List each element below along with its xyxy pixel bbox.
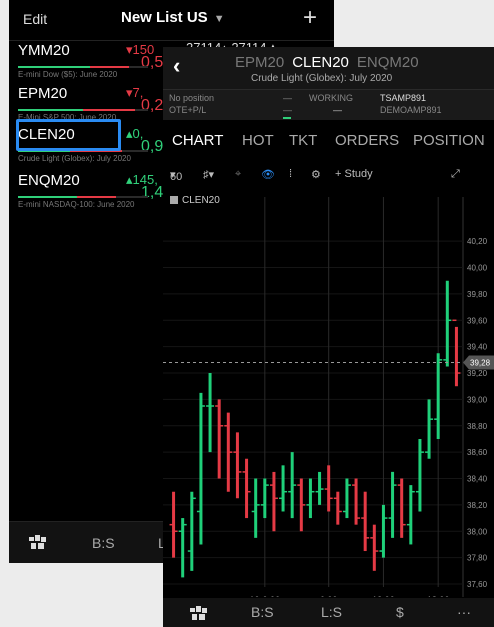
time-tick-label: 6:00	[320, 595, 338, 597]
position-label: No position	[169, 93, 215, 103]
chevron-down-icon: ▼	[213, 13, 225, 25]
interval-selector[interactable]: 60 ▾	[170, 168, 182, 183]
ote-label: OTE+P/L	[169, 105, 207, 115]
settings-icon[interactable]: ⚙	[311, 168, 321, 181]
watchlist-icon[interactable]	[190, 606, 208, 625]
price-tick-label: 38,20	[467, 501, 488, 510]
expand-icon[interactable]: ⤢	[451, 168, 460, 181]
row-description: E-mini Dow ($5): June 2020	[18, 70, 118, 79]
study-button[interactable]: + Study	[335, 168, 373, 180]
add-icon[interactable]: +	[303, 4, 317, 32]
chart-tab-bar: B:S L:S $ ···	[163, 598, 494, 627]
tab-buy-sell[interactable]: B:S	[92, 535, 115, 551]
price-tick-label: 38,60	[467, 448, 488, 457]
row-symbol: EPM20	[18, 85, 68, 102]
range-bar-up	[18, 196, 77, 198]
list-title: New List US	[121, 9, 208, 26]
chart-header: ‹ EPM20 CLEN20 ENQM20 Crude Light (Globex)…	[163, 47, 494, 89]
selection-highlight	[16, 119, 121, 151]
price-tick-label: 39,40	[467, 343, 488, 352]
range-bar-down	[76, 196, 116, 198]
tab-position[interactable]: POSITION	[413, 132, 485, 149]
working-label: WORKING	[309, 93, 353, 103]
chart-toolbar: 60 ▾ ♯▾ ⌖ 👁 ⁞ ⚙ + Study ⤢	[163, 165, 494, 187]
price-tick-label: 39,60	[467, 316, 488, 325]
account-primary[interactable]: TSAMP891	[380, 93, 426, 103]
time-tick-label: 12:00	[372, 595, 395, 597]
tab-l-s[interactable]: L:S	[321, 604, 342, 620]
watchlist-header: Edit New List US ▼ +	[9, 0, 334, 41]
ote-value: —	[283, 105, 292, 115]
row-change-percent: 0,2	[141, 97, 164, 114]
last-price-label: 39,28	[470, 358, 491, 367]
row-description: Crude Light (Globex): July 2020	[18, 154, 131, 163]
row-symbol: YMM20	[18, 42, 70, 59]
price-tick-label: 40,00	[467, 264, 488, 273]
row-range-bar	[18, 66, 148, 68]
back-arrow-icon[interactable]: ‹	[173, 53, 180, 79]
row-change-percent: 0,9	[141, 138, 164, 155]
contract-subtitle: Crude Light (Globex): July 2020	[251, 73, 393, 84]
row-range-bar	[18, 196, 148, 198]
range-bar-up	[18, 66, 90, 68]
row-description: E-mini NASDAQ-100: June 2020	[18, 200, 135, 209]
row-change-percent: 1,4	[141, 184, 164, 201]
product-tab-epm20[interactable]: EPM20	[235, 54, 284, 71]
drawing-icon[interactable]: ⁞	[289, 168, 292, 180]
product-tab-enqm20[interactable]: ENQM20	[357, 54, 419, 71]
price-tick-label: 39,20	[467, 369, 488, 378]
edit-button[interactable]: Edit	[23, 11, 47, 27]
tab-tkt[interactable]: TKT	[289, 132, 317, 149]
row-symbol: ENQM20	[18, 172, 80, 189]
product-tab-clen20[interactable]: CLEN20	[292, 54, 349, 71]
chart-nav-tabs: CHART HOT TKT ORDERS POSITION	[163, 123, 494, 159]
more-icon[interactable]: ···	[457, 604, 471, 620]
price-tick-label: 39,80	[467, 290, 488, 299]
eye-icon[interactable]: 👁	[261, 168, 275, 181]
tab-dollar[interactable]: $	[396, 604, 404, 620]
row-range-bar	[18, 109, 148, 111]
account-secondary[interactable]: DEMOAMP891	[380, 105, 442, 115]
list-title-dropdown[interactable]: New List US ▼	[121, 9, 225, 26]
row-change-percent: 0,5	[141, 54, 164, 71]
product-tabs: EPM20 CLEN20 ENQM20	[235, 54, 427, 71]
price-tick-label: 40,20	[467, 237, 488, 246]
pl-indicator	[283, 117, 291, 119]
range-bar-down	[83, 109, 135, 111]
time-tick-label: 10-0:00	[250, 595, 281, 597]
tab-chart[interactable]: CHART	[172, 132, 223, 149]
chart-screen: ‹ EPM20 CLEN20 ENQM20 Crude Light (Globex)…	[163, 47, 494, 627]
position-info-bar: No position — WORKING — TSAMP891 OTE+P/L…	[163, 89, 494, 120]
price-tick-label: 38,80	[467, 422, 488, 431]
interval-value: 60	[170, 171, 183, 183]
price-tick-label: 38,00	[467, 527, 488, 536]
price-tick-label: 37,80	[467, 554, 488, 563]
position-value: —	[283, 93, 292, 103]
working-value: —	[333, 105, 342, 115]
price-tick-label: 37,60	[467, 580, 488, 589]
price-chart[interactable]: 40,20 40,00 39,80 39,60 39,40 39,20 39,00 38,80…	[163, 197, 494, 597]
range-bar-down	[89, 66, 129, 68]
tab-hot[interactable]: HOT	[242, 132, 274, 149]
tab-buy-sell[interactable]: B:S	[251, 604, 274, 620]
range-bar-up	[18, 109, 83, 111]
price-tick-label: 38,40	[467, 475, 488, 484]
price-tick-label: 39,00	[467, 395, 488, 404]
time-tick-label: 18:00	[427, 595, 450, 597]
watchlist-icon[interactable]	[29, 535, 47, 554]
tab-orders[interactable]: ORDERS	[335, 132, 399, 149]
chart-type-icon[interactable]: ♯▾	[203, 168, 214, 181]
crosshair-icon[interactable]: ⌖	[235, 168, 241, 181]
